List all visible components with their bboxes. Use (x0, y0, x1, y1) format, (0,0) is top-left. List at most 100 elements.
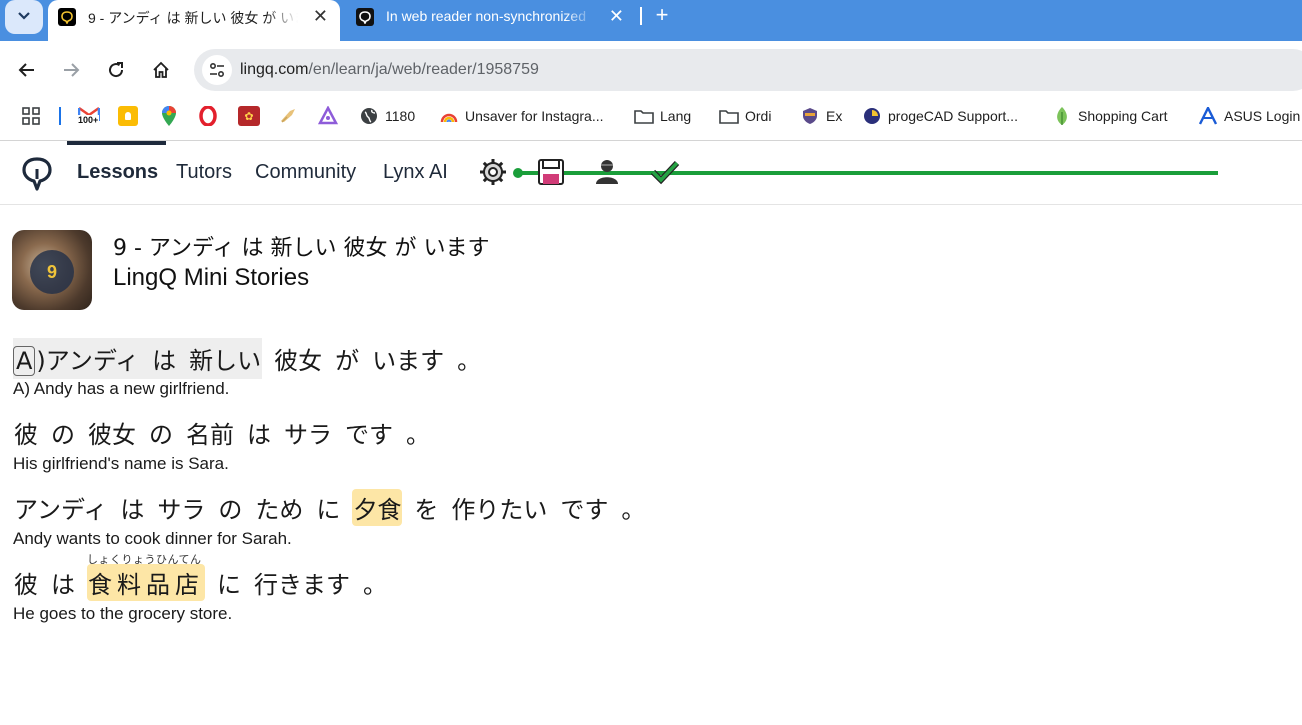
word[interactable]: 彼女 (87, 414, 137, 451)
globe-icon (359, 106, 379, 126)
word[interactable]: です (559, 489, 609, 526)
new-tab-button[interactable]: + (650, 3, 674, 27)
tab-title: 9 - アンディ は 新しい 彼女 が います (88, 10, 298, 26)
bookmark-shopping-cart[interactable]: Shopping Cart (1052, 105, 1168, 127)
word[interactable]: は (50, 564, 76, 601)
word[interactable]: 行きます (253, 564, 351, 601)
word[interactable]: 彼 (13, 414, 39, 451)
word[interactable]: が (334, 340, 360, 377)
tab-lesson[interactable]: 9 - アンディ は 新しい 彼女 が います ✕ (48, 0, 340, 41)
course-title[interactable]: LingQ Mini Stories (113, 264, 309, 292)
close-tab-icon[interactable]: ✕ (313, 7, 328, 25)
apps-grid-icon[interactable] (22, 105, 40, 127)
bookmark-1180[interactable]: 1180 (359, 105, 415, 127)
bookmark-progecad[interactable]: progeCAD Support... (862, 105, 1018, 127)
word[interactable]: に (315, 489, 341, 526)
lingq-favicon-icon (58, 8, 76, 26)
bookmark-ex[interactable]: Ex (800, 105, 842, 127)
punctuation: 。 (621, 496, 646, 524)
bookmark-folder-ordi[interactable]: Ordi (719, 105, 771, 127)
tab-web-reader[interactable]: In web reader non-synchronized ✕ (346, 0, 636, 41)
word[interactable]: に (216, 564, 242, 601)
lingq-favicon-icon (356, 8, 374, 26)
bookmark-separator (59, 107, 61, 125)
active-nav-indicator (67, 141, 166, 145)
word[interactable]: を (413, 489, 439, 526)
opera-icon[interactable] (198, 105, 218, 127)
reader-person-icon[interactable] (590, 155, 624, 189)
nav-lessons[interactable]: Lessons (77, 161, 158, 184)
word[interactable]: の (217, 489, 243, 526)
reload-icon[interactable] (103, 57, 129, 83)
save-icon[interactable] (534, 155, 568, 189)
browser-toolbar: lingq.com/en/learn/ja/web/reader/1958759 (0, 41, 1302, 99)
word[interactable]: 彼女 (273, 340, 323, 377)
forward-icon[interactable] (58, 57, 84, 83)
word[interactable]: A (13, 346, 36, 376)
lingq-word-highlighted[interactable]: 夕食 (352, 489, 403, 526)
tab-search-button[interactable] (5, 0, 43, 34)
checkmark-icon[interactable] (648, 155, 682, 189)
lesson-cover-image[interactable]: 9 (12, 230, 92, 310)
bird-icon[interactable] (278, 105, 298, 127)
progecad-icon (862, 106, 882, 126)
word[interactable]: います (371, 340, 445, 377)
word[interactable]: の (148, 414, 174, 451)
word[interactable]: です (344, 414, 394, 451)
sentence-2: 彼 の 彼女 の 名前 は サラ です 。 (13, 414, 442, 451)
word[interactable]: アンディ (13, 489, 108, 526)
sentence-3: アンディ は サラ の ため に 夕食 を 作りたい です 。 (13, 489, 657, 526)
lesson-title: 9 - アンディ は 新しい 彼女 が います (113, 236, 490, 261)
maps-icon[interactable] (160, 105, 178, 127)
word[interactable]: サラ (156, 489, 206, 526)
bookmark-asus-login[interactable]: ASUS Login (1198, 105, 1300, 127)
lingq-word-highlighted[interactable]: 食料品店 (87, 564, 205, 601)
tab-separator (640, 7, 642, 25)
word[interactable]: 作りたい (450, 489, 548, 526)
address-bar[interactable]: lingq.com/en/learn/ja/web/reader/1958759 (194, 49, 1302, 91)
gear-icon[interactable] (476, 155, 510, 189)
home-icon[interactable] (148, 57, 174, 83)
word[interactable]: は (119, 489, 145, 526)
gmail-icon[interactable]: 100+ (77, 105, 101, 127)
folder-icon (634, 106, 654, 126)
lingq-header: Lessons Tutors Community Lynx AI (0, 141, 1302, 205)
word[interactable]: 彼 (13, 564, 39, 601)
punctuation: 。 (406, 421, 430, 449)
word[interactable]: は (246, 414, 272, 451)
word[interactable]: 新しい (188, 340, 262, 377)
word[interactable]: の (50, 414, 76, 451)
word[interactable]: 名前 (185, 414, 235, 451)
site-settings-icon[interactable] (202, 55, 232, 85)
lesson-number-badge: 9 (30, 250, 74, 294)
keep-icon[interactable] (118, 105, 138, 127)
triangle-icon[interactable] (318, 105, 338, 127)
asus-icon (1198, 106, 1218, 126)
nav-community[interactable]: Community (255, 161, 356, 184)
word[interactable]: )アンディ (35, 340, 140, 377)
punctuation: 。 (457, 347, 482, 375)
lingq-logo-icon[interactable] (22, 157, 52, 191)
sentence-1: A )アンディ は 新しい 彼女 が います 。 (13, 338, 493, 379)
translation-4: He goes to the grocery store. (13, 604, 233, 623)
word[interactable]: は (151, 340, 177, 377)
nav-tutors[interactable]: Tutors (176, 161, 232, 184)
bookmark-unsaver[interactable]: Unsaver for Instagra... (439, 105, 604, 127)
translation-1: A) Andy has a new girlfriend. (13, 379, 230, 398)
back-icon[interactable] (14, 57, 40, 83)
word[interactable]: サラ (283, 414, 333, 451)
game-icon[interactable]: ✿ (238, 105, 260, 127)
tab-strip: 9 - アンディ は 新しい 彼女 が います ✕ In web reader … (0, 0, 1302, 41)
close-tab-icon[interactable]: ✕ (609, 7, 624, 25)
url-text: lingq.com/en/learn/ja/web/reader/1958759 (240, 61, 539, 78)
tab-title: In web reader non-synchronized (386, 8, 587, 24)
overlay-progress-dot (513, 168, 523, 178)
rainbow-icon (439, 106, 459, 126)
nav-lynx-ai[interactable]: Lynx AI (383, 161, 448, 184)
bookmark-folder-lang[interactable]: Lang (634, 105, 691, 127)
punctuation: 。 (363, 571, 387, 599)
translation-3: Andy wants to cook dinner for Sarah. (13, 529, 292, 548)
word[interactable]: ため (254, 489, 304, 526)
leaf-icon (1052, 106, 1072, 126)
sentence-4: 彼 は 食料品店 に 行きます 。 (13, 564, 399, 601)
